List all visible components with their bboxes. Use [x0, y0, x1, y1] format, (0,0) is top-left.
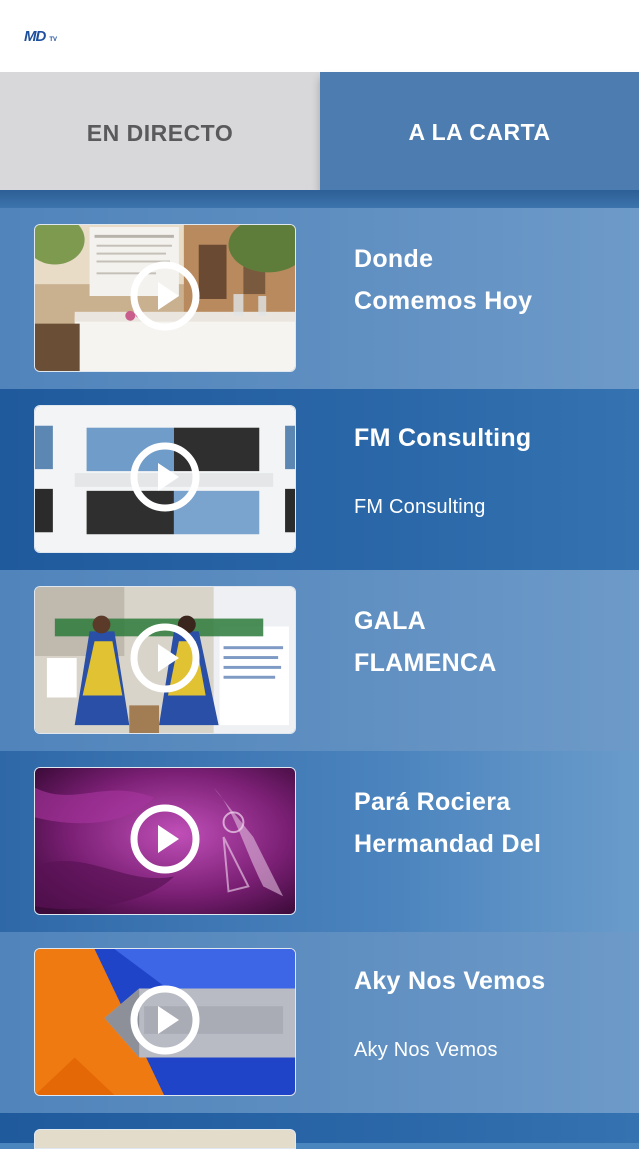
- tab-bar: EN DIRECTO A LA CARTA: [0, 72, 639, 195]
- tab-indicator-bar: [0, 190, 639, 208]
- video-list-item[interactable]: GALA FLAMENCA: [0, 570, 639, 751]
- logo-tv-label: TV: [49, 37, 57, 43]
- video-title[interactable]: Aky Nos Vemos: [354, 960, 624, 1002]
- tab-a-la-carta[interactable]: A LA CARTA: [320, 72, 639, 190]
- video-title[interactable]: GALA FLAMENCA: [354, 600, 624, 684]
- video-list-item[interactable]: Pará Rociera Hermandad Del: [0, 751, 639, 932]
- tab-en-directo-label: EN DIRECTO: [86, 120, 234, 146]
- video-title[interactable]: Donde Comemos Hoy: [354, 238, 624, 322]
- app-logo: MD TV: [24, 28, 57, 44]
- video-list-item-partial[interactable]: [0, 1113, 639, 1149]
- video-list[interactable]: Donde Comemos Hoy FM Consulting FM Consu…: [0, 208, 639, 1149]
- video-thumbnail[interactable]: [34, 948, 296, 1096]
- video-list-item[interactable]: Donde Comemos Hoy: [0, 208, 639, 389]
- tab-en-directo[interactable]: EN DIRECTO: [0, 72, 320, 195]
- play-icon[interactable]: [129, 622, 201, 694]
- video-thumbnail[interactable]: [34, 1129, 296, 1149]
- video-thumbnail[interactable]: [34, 405, 296, 553]
- tab-a-la-carta-label: A LA CARTA: [408, 118, 551, 145]
- video-title[interactable]: Pará Rociera Hermandad Del: [354, 781, 624, 865]
- logo-mark: MD: [24, 28, 46, 45]
- video-thumbnail[interactable]: [34, 224, 296, 372]
- video-list-item[interactable]: Aky Nos Vemos Aky Nos Vemos: [0, 932, 639, 1113]
- app-header: MD TV: [0, 0, 639, 72]
- video-subtitle: FM Consulting: [354, 496, 486, 518]
- video-title[interactable]: FM Consulting: [354, 417, 624, 459]
- video-thumbnail[interactable]: [34, 767, 296, 915]
- play-icon[interactable]: [129, 260, 201, 332]
- play-icon[interactable]: [129, 803, 201, 875]
- video-subtitle: Aky Nos Vemos: [354, 1039, 498, 1061]
- video-thumbnail[interactable]: [34, 586, 296, 734]
- video-list-item[interactable]: FM Consulting FM Consulting: [0, 389, 639, 570]
- play-icon[interactable]: [129, 984, 201, 1056]
- play-icon[interactable]: [129, 441, 201, 513]
